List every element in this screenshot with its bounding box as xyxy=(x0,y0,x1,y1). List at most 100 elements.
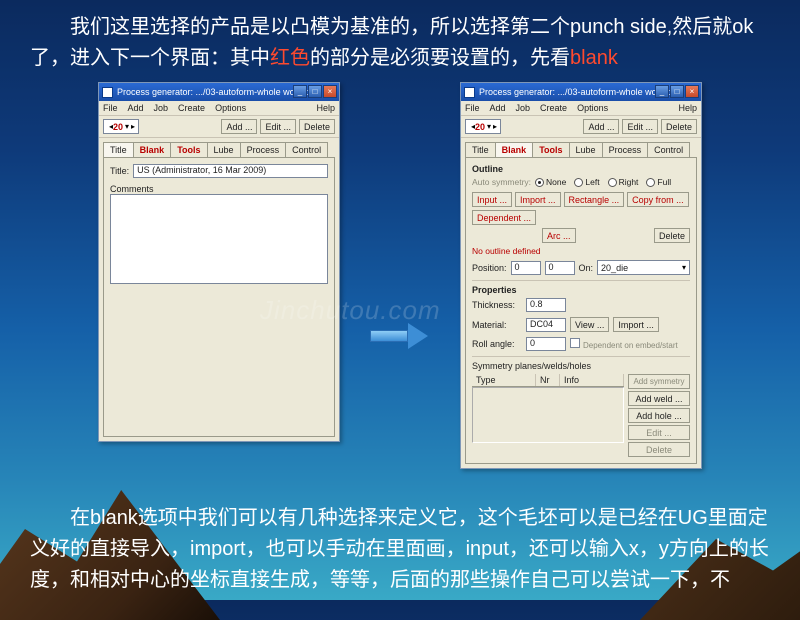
close-button[interactable]: × xyxy=(685,85,699,98)
menu-file[interactable]: File xyxy=(465,103,480,113)
menu-options[interactable]: Options xyxy=(577,103,608,113)
menu-add[interactable]: Add xyxy=(490,103,506,113)
arrow-icon xyxy=(370,323,430,349)
outline-delete-button[interactable]: Delete xyxy=(654,228,690,243)
menu-file[interactable]: File xyxy=(103,103,118,113)
tab-title[interactable]: Title xyxy=(103,142,134,157)
toolbar-left: ◂ 20 ▾ ▸ Add ... Edit ... Delete xyxy=(99,116,339,138)
app-icon xyxy=(102,87,113,98)
toolbar-add-button[interactable]: Add ... xyxy=(221,119,257,134)
close-button[interactable]: × xyxy=(323,85,337,98)
rectangle-button[interactable]: Rectangle ... xyxy=(564,192,625,207)
position-label: Position: xyxy=(472,263,507,273)
menu-options[interactable]: Options xyxy=(215,103,246,113)
thickness-field[interactable]: 0.8 xyxy=(526,298,566,312)
red-word-1: 红色 xyxy=(270,47,310,69)
radio-left[interactable]: Left xyxy=(574,177,599,187)
on-dropdown[interactable]: 20_die▾ xyxy=(597,260,690,275)
dependent-button[interactable]: Dependent ... xyxy=(472,210,536,225)
toolbar-add-button[interactable]: Add ... xyxy=(583,119,619,134)
menu-job[interactable]: Job xyxy=(516,103,531,113)
th-type: Type xyxy=(472,374,536,386)
roll-angle-label: Roll angle: xyxy=(472,339,522,349)
screenshots-row: Process generator: .../03-autoform-whole… xyxy=(0,82,800,469)
menu-create[interactable]: Create xyxy=(178,103,205,113)
comments-field[interactable] xyxy=(110,194,328,284)
red-word-2: blank xyxy=(570,47,618,69)
window-right-titlebar[interactable]: Process generator: .../03-autoform-whole… xyxy=(461,83,701,101)
app-icon xyxy=(464,87,475,98)
menu-help[interactable]: Help xyxy=(316,103,335,113)
symmetry-section-heading: Symmetry planes/welds/holes xyxy=(472,361,690,371)
tab-blank[interactable]: Blank xyxy=(495,142,534,157)
tabs-right: Title Blank Tools Lube Process Control xyxy=(461,138,701,157)
thickness-label: Thickness: xyxy=(472,300,522,310)
position-x-field[interactable]: 0 xyxy=(511,261,541,275)
sym-table-header: Type Nr Info xyxy=(472,374,624,387)
tab-lube[interactable]: Lube xyxy=(569,142,603,157)
dependent-checkbox-row[interactable]: Dependent on embed/start xyxy=(570,338,678,350)
toolbar-edit-button[interactable]: Edit ... xyxy=(622,119,658,134)
sym-delete-button[interactable]: Delete xyxy=(628,442,690,457)
toolbar-delete-button[interactable]: Delete xyxy=(661,119,697,134)
tab-process[interactable]: Process xyxy=(240,142,287,157)
auto-symmetry-label: Auto symmetry: xyxy=(472,177,531,187)
add-hole-button[interactable]: Add hole ... xyxy=(628,408,690,423)
toolbar-edit-button[interactable]: Edit ... xyxy=(260,119,296,134)
maximize-button[interactable]: □ xyxy=(308,85,322,98)
slide-top-paragraph: 我们这里选择的产品是以凸模为基准的，所以选择第二个punch side,然后就o… xyxy=(0,0,800,74)
menubar: File Add Job Create Options Help xyxy=(461,101,701,116)
radio-full[interactable]: Full xyxy=(646,177,671,187)
tab-tools[interactable]: Tools xyxy=(170,142,207,157)
input-button[interactable]: Input ... xyxy=(472,192,512,207)
th-nr: Nr xyxy=(536,374,560,386)
roll-angle-field[interactable]: 0 xyxy=(526,337,566,351)
menu-job[interactable]: Job xyxy=(154,103,169,113)
window-left: Process generator: .../03-autoform-whole… xyxy=(98,82,340,442)
title-label: Title: xyxy=(110,166,129,176)
menu-create[interactable]: Create xyxy=(540,103,567,113)
material-view-button[interactable]: View ... xyxy=(570,317,609,332)
tab-lube[interactable]: Lube xyxy=(207,142,241,157)
menu-add[interactable]: Add xyxy=(128,103,144,113)
arc-button[interactable]: Arc ... xyxy=(542,228,576,243)
title-field[interactable]: US (Administrator, 16 Mar 2009) xyxy=(133,164,328,178)
add-weld-button[interactable]: Add weld ... xyxy=(628,391,690,406)
tab-tools[interactable]: Tools xyxy=(532,142,569,157)
menu-help[interactable]: Help xyxy=(678,103,697,113)
minimize-button[interactable]: _ xyxy=(293,85,307,98)
material-import-button[interactable]: Import ... xyxy=(613,317,659,332)
maximize-button[interactable]: □ xyxy=(670,85,684,98)
position-y-field[interactable]: 0 xyxy=(545,261,575,275)
tab-process[interactable]: Process xyxy=(602,142,649,157)
tab-blank[interactable]: Blank xyxy=(133,142,172,157)
comments-label: Comments xyxy=(110,184,328,194)
copy-from-button[interactable]: Copy from ... xyxy=(627,192,689,207)
material-field[interactable]: DC04 xyxy=(526,318,566,332)
tab-title[interactable]: Title xyxy=(465,142,496,157)
toolbar-right: ◂ 20 ▾ ▸ Add ... Edit ... Delete xyxy=(461,116,701,138)
toolbar-delete-button[interactable]: Delete xyxy=(299,119,335,134)
th-info: Info xyxy=(560,374,624,386)
outline-heading: Outline xyxy=(472,164,690,174)
sym-table-body[interactable] xyxy=(472,387,624,443)
on-label: On: xyxy=(579,263,594,273)
no-outline-warning: No outline defined xyxy=(472,246,690,256)
import-button[interactable]: Import ... xyxy=(515,192,561,207)
tab-body-blank: Outline Auto symmetry: None Left Right F… xyxy=(465,157,697,464)
tabs-left: Title Blank Tools Lube Process Control xyxy=(99,138,339,157)
step-dropdown[interactable]: ◂ 20 ▾ ▸ xyxy=(465,119,501,134)
tab-control[interactable]: Control xyxy=(647,142,690,157)
properties-heading: Properties xyxy=(472,285,690,295)
material-label: Material: xyxy=(472,320,522,330)
sym-edit-button[interactable]: Edit ... xyxy=(628,425,690,440)
add-symmetry-button[interactable]: Add symmetry xyxy=(628,374,690,389)
step-dropdown[interactable]: ◂ 20 ▾ ▸ xyxy=(103,119,139,134)
window-right: Process generator: .../03-autoform-whole… xyxy=(460,82,702,469)
radio-right[interactable]: Right xyxy=(608,177,639,187)
tab-body-title: Title: US (Administrator, 16 Mar 2009) C… xyxy=(103,157,335,437)
minimize-button[interactable]: _ xyxy=(655,85,669,98)
window-left-titlebar[interactable]: Process generator: .../03-autoform-whole… xyxy=(99,83,339,101)
tab-control[interactable]: Control xyxy=(285,142,328,157)
radio-none[interactable]: None xyxy=(535,177,566,187)
